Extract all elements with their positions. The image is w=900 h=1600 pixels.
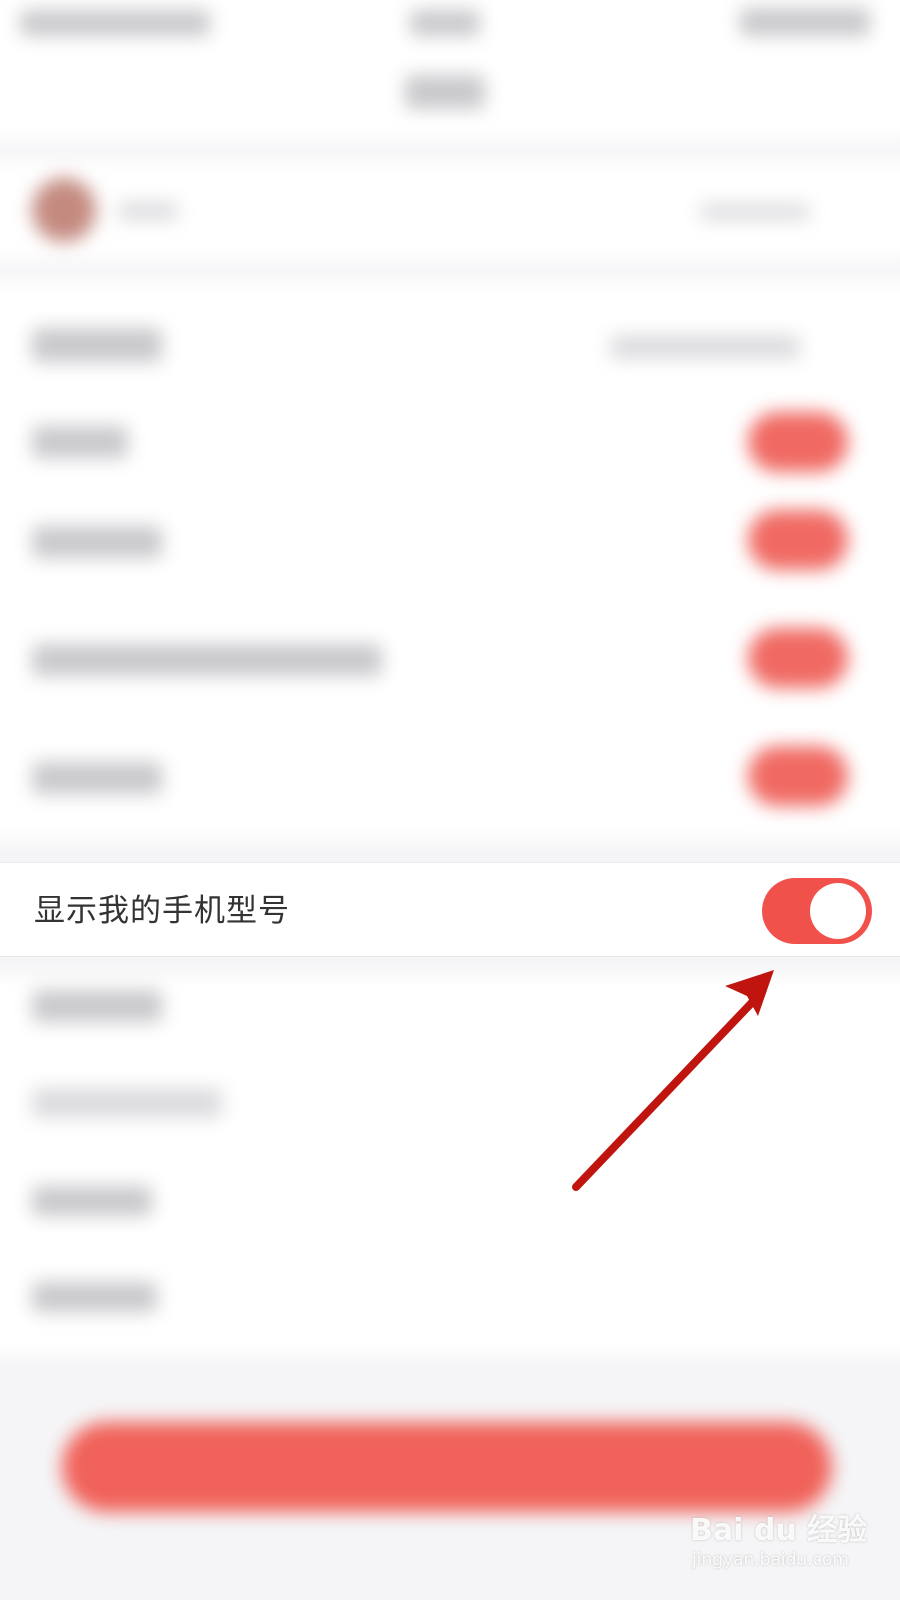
watermark-url: jingyan.baidu.com <box>692 1550 849 1570</box>
arrow-icon <box>572 970 774 1191</box>
watermark-brand: Bai du 经验 <box>690 1513 868 1548</box>
watermark: Bai du 经验 jingyan.baidu.com <box>690 1505 890 1585</box>
arrow-shaft <box>572 988 766 1191</box>
